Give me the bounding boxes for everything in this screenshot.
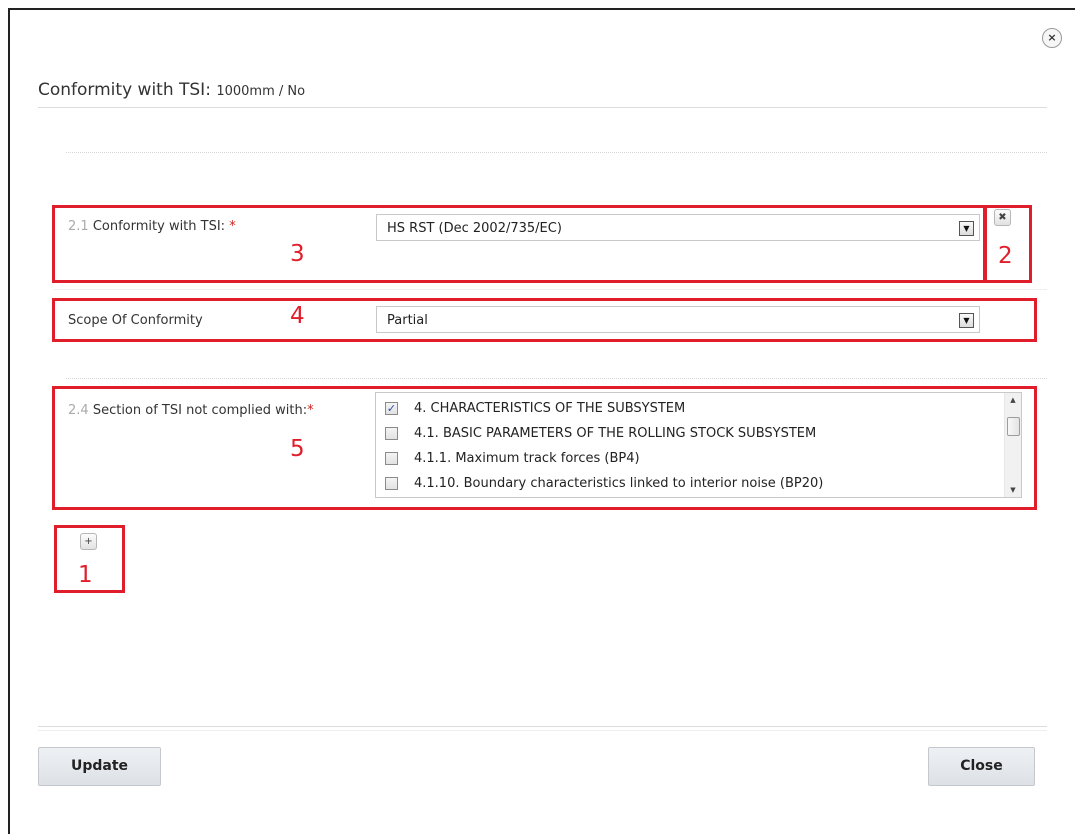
section-divider (66, 152, 1047, 153)
annotation-number-3: 3 (290, 241, 305, 267)
annotation-number-5: 5 (290, 436, 305, 462)
footer-divider (38, 730, 1047, 731)
close-button[interactable]: Close (928, 747, 1035, 786)
dialog-subtitle: 1000mm / No (216, 84, 306, 99)
dialog-title-text: Conformity with TSI: (38, 80, 211, 100)
annotation-number-4: 4 (290, 303, 305, 329)
dialog-title: Conformity with TSI: 1000mm / No (38, 80, 305, 100)
annotation-box-4 (52, 298, 1037, 342)
annotation-box-5 (52, 386, 1037, 510)
annotation-number-1: 1 (78, 562, 93, 588)
annotation-box-3 (52, 205, 986, 283)
close-dialog-icon[interactable]: × (1042, 28, 1062, 48)
annotation-number-2: 2 (998, 243, 1013, 269)
title-divider (38, 107, 1047, 108)
footer-divider (38, 726, 1047, 727)
section-divider (66, 378, 1047, 379)
update-button[interactable]: Update (38, 747, 161, 786)
field-divider (54, 289, 1047, 290)
